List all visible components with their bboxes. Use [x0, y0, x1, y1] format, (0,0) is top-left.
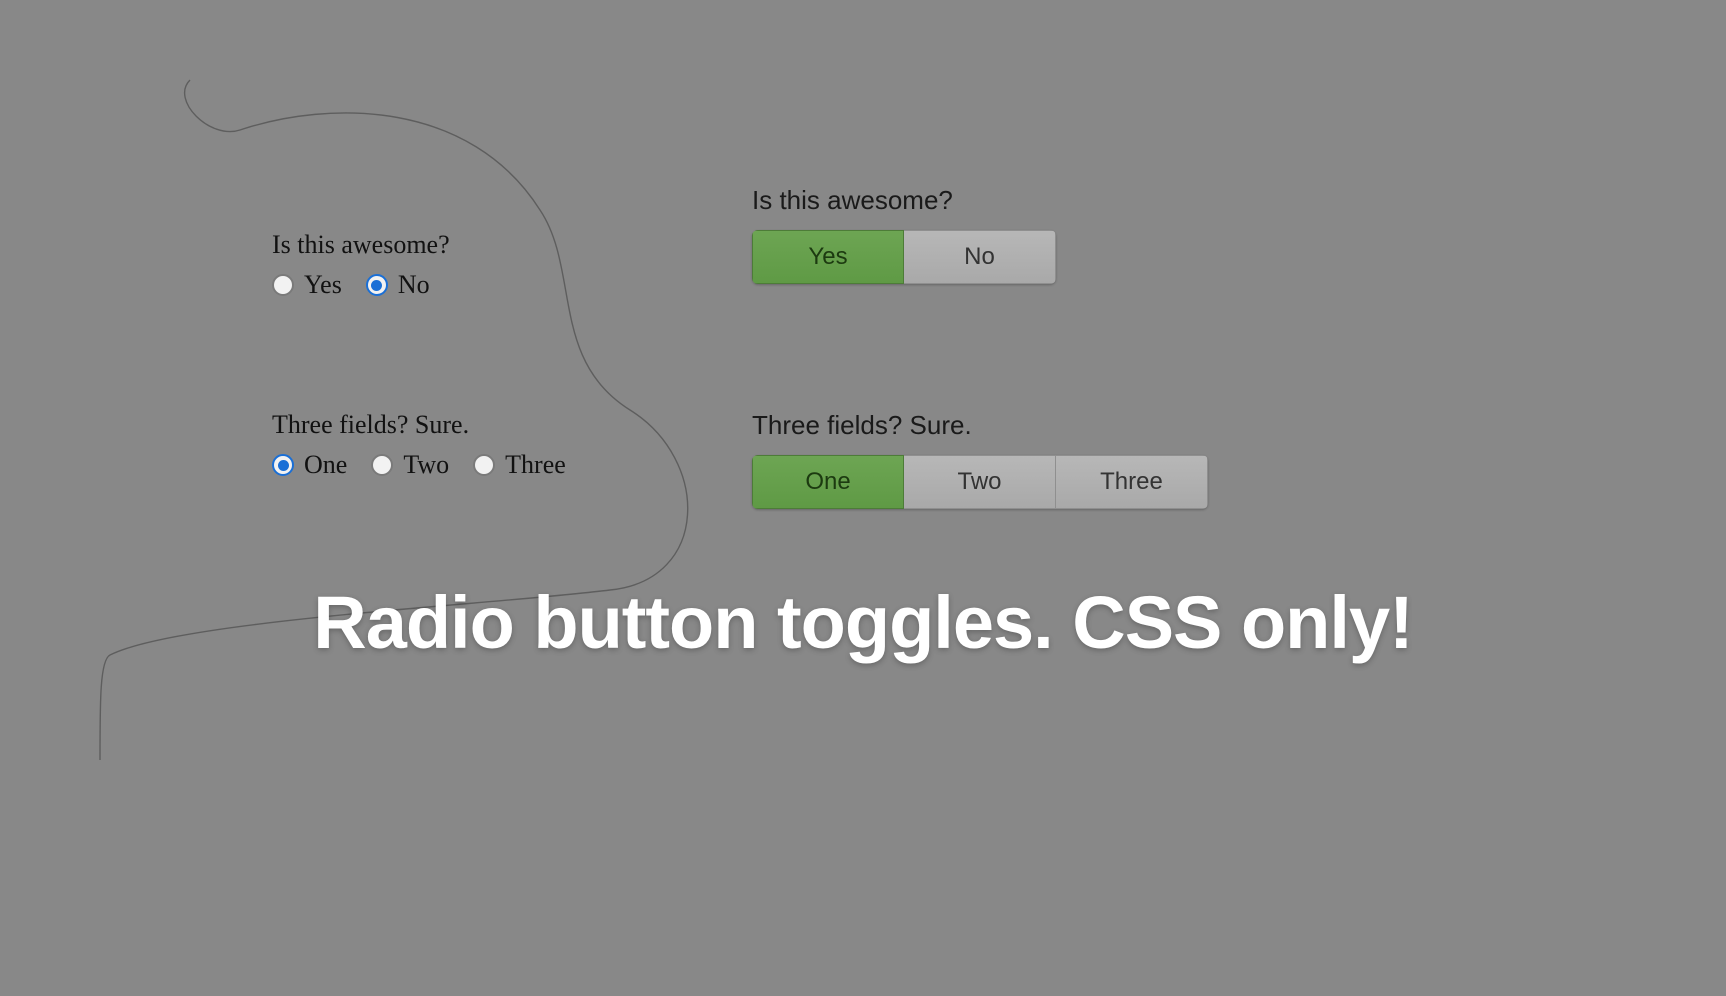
question-label: Is this awesome?	[272, 230, 450, 260]
radio-options: One Two Three	[272, 450, 584, 480]
radio-options: Yes No	[272, 270, 450, 300]
toggle-threefields-one[interactable]: One	[752, 455, 904, 509]
segmented-control: One Two Three	[752, 455, 1208, 509]
radio-awesome-yes[interactable]	[272, 274, 294, 296]
page-title: Radio button toggles. CSS only!	[0, 580, 1726, 665]
radio-threefields-one[interactable]	[272, 454, 294, 476]
toggle-awesome-no[interactable]: No	[904, 230, 1056, 284]
segmented-control: Yes No	[752, 230, 1056, 284]
question-label: Three fields? Sure.	[272, 410, 584, 440]
radio-label[interactable]: Three	[505, 450, 566, 480]
native-radio-group-awesome: Is this awesome? Yes No	[272, 230, 450, 300]
radio-threefields-two[interactable]	[371, 454, 393, 476]
native-radio-group-threefields: Three fields? Sure. One Two Three	[272, 410, 584, 480]
question-label: Is this awesome?	[752, 185, 1056, 216]
toggle-group-awesome: Is this awesome? Yes No	[752, 185, 1056, 284]
radio-awesome-no[interactable]	[366, 274, 388, 296]
radio-label[interactable]: Two	[403, 450, 449, 480]
radio-threefields-three[interactable]	[473, 454, 495, 476]
toggle-threefields-three[interactable]: Three	[1056, 455, 1208, 509]
radio-label[interactable]: No	[398, 270, 430, 300]
toggle-awesome-yes[interactable]: Yes	[752, 230, 904, 284]
radio-label[interactable]: Yes	[304, 270, 342, 300]
question-label: Three fields? Sure.	[752, 410, 1208, 441]
toggle-group-threefields: Three fields? Sure. One Two Three	[752, 410, 1208, 509]
toggle-threefields-two[interactable]: Two	[904, 455, 1056, 509]
radio-label[interactable]: One	[304, 450, 347, 480]
